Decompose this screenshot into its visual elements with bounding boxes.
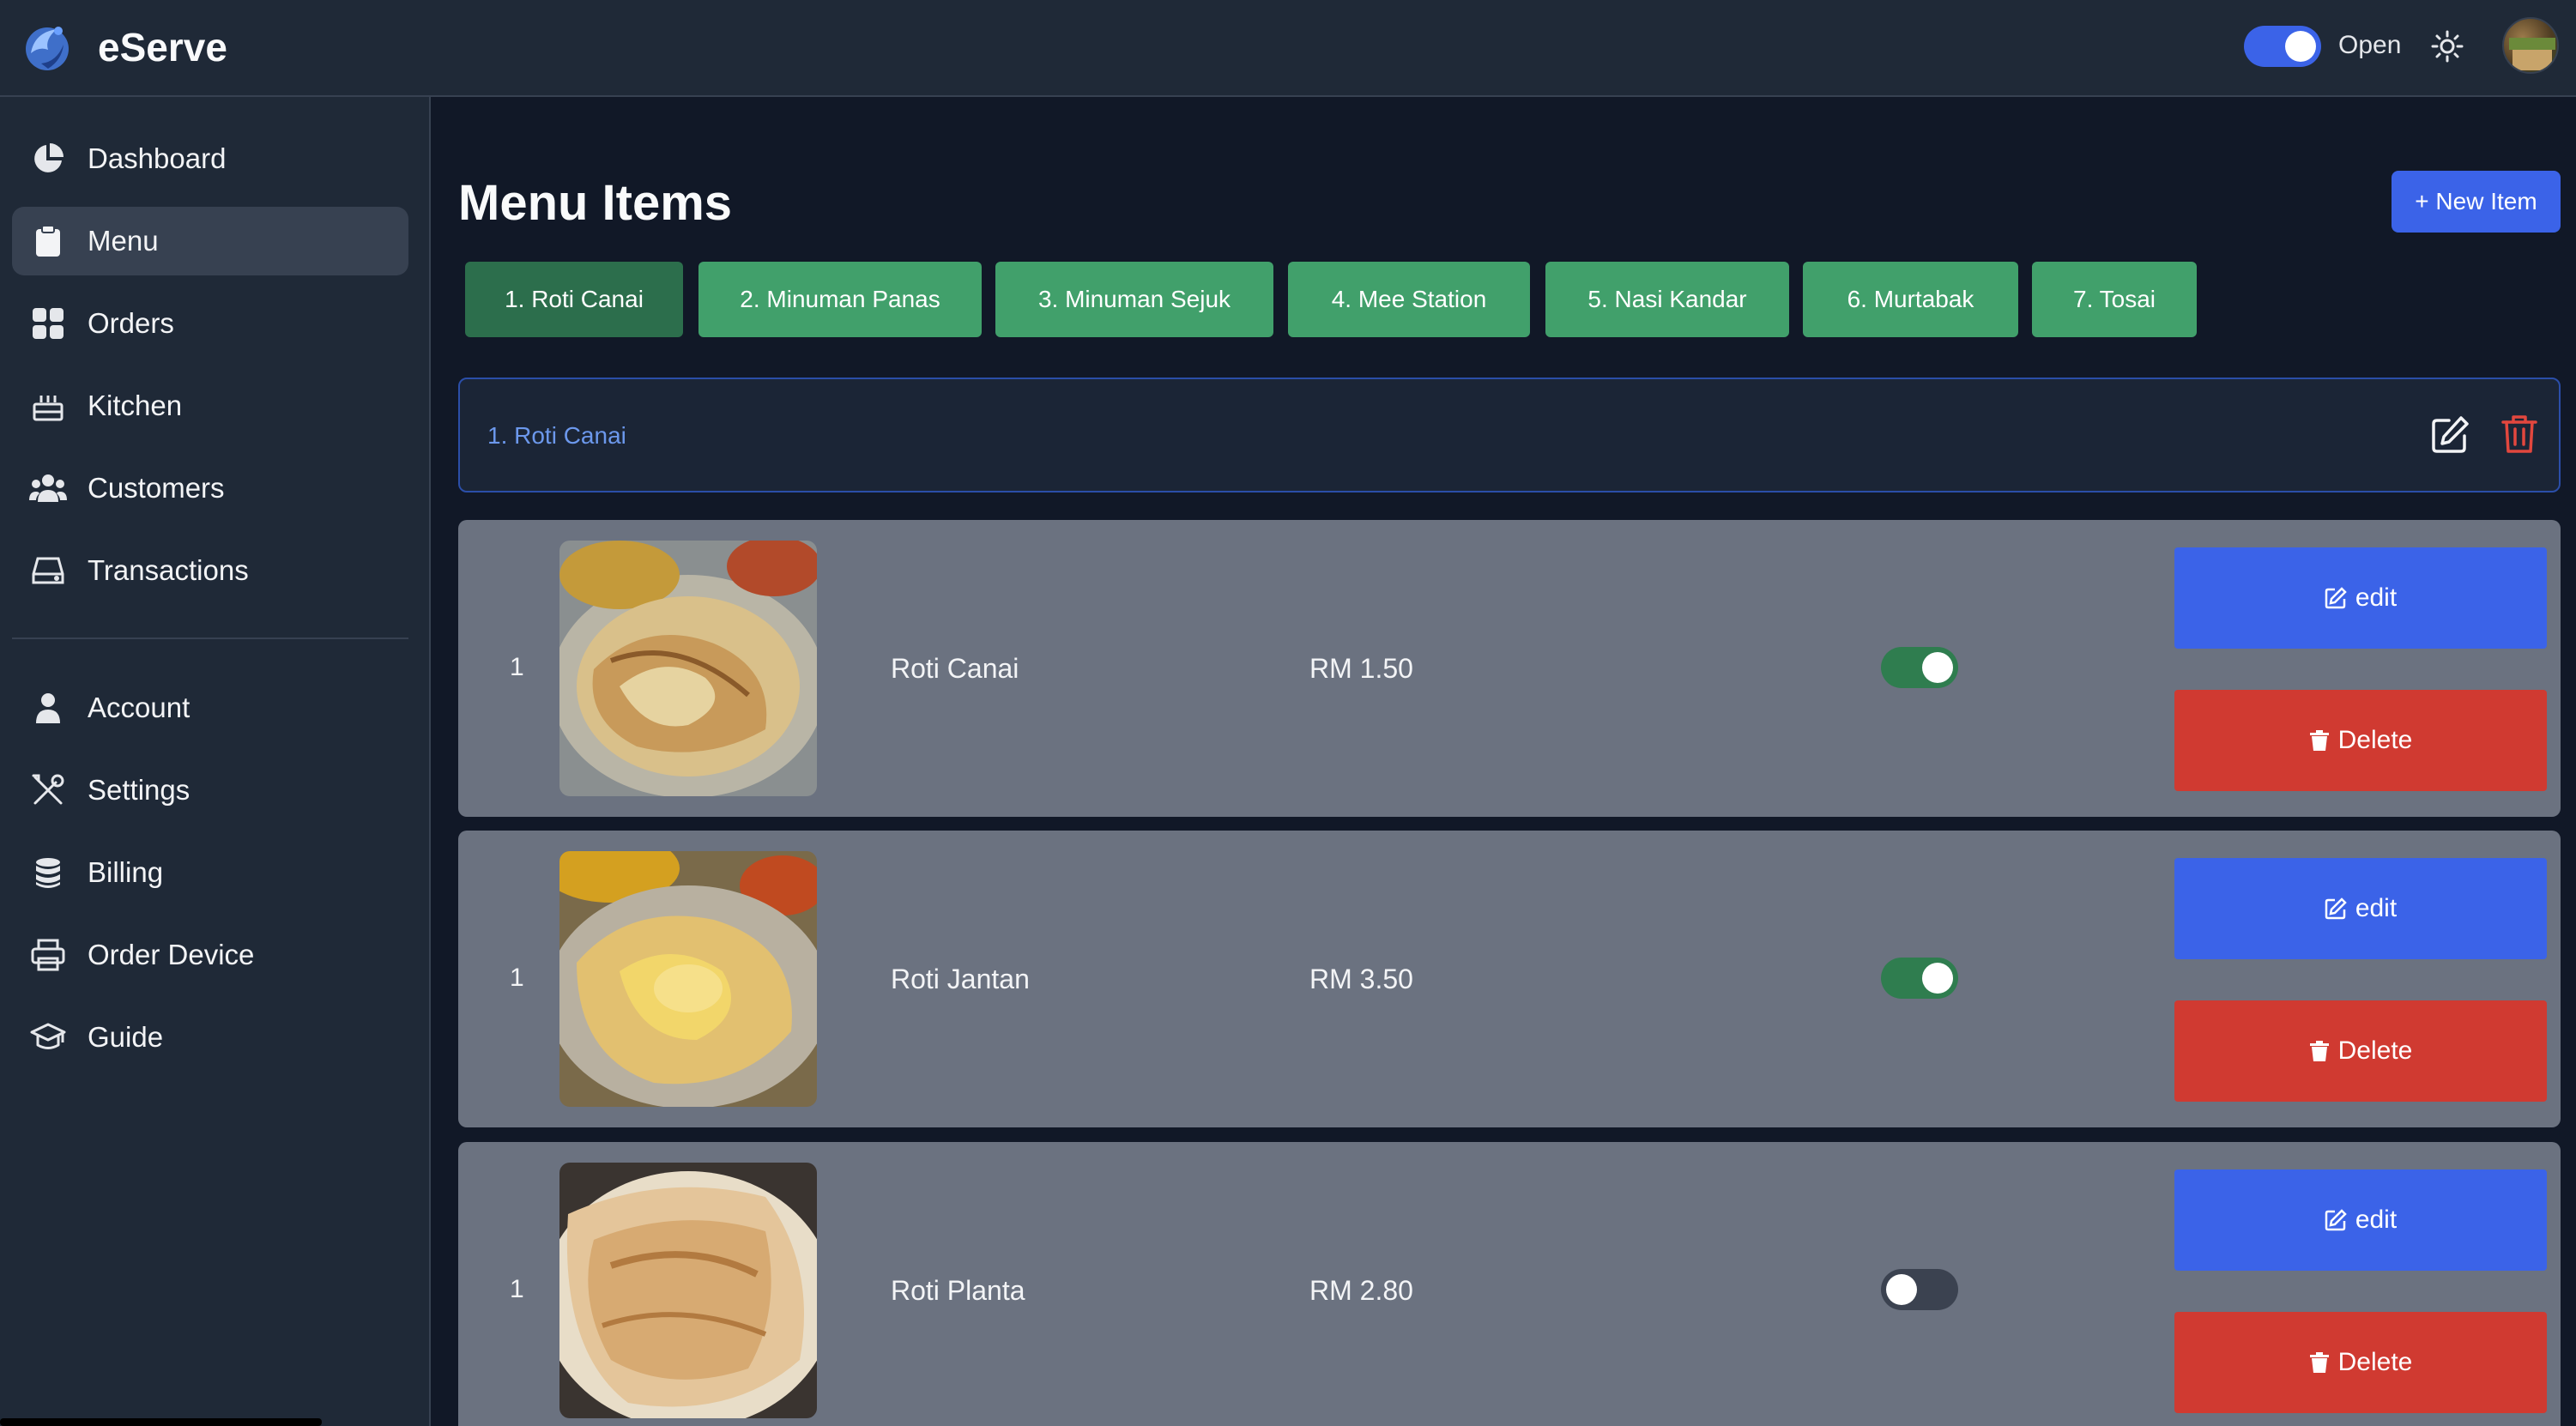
delete-button-label: Delete <box>2337 1036 2413 1065</box>
category-tab-tosai[interactable]: 7. Tosai <box>2032 262 2197 337</box>
sidebar-item-orders[interactable]: Orders <box>12 289 408 358</box>
app-name: eServe <box>98 25 227 69</box>
sidebar-item-menu[interactable]: Menu <box>12 207 408 275</box>
tools-icon <box>29 771 67 809</box>
store-open-toggle[interactable] <box>2244 26 2321 67</box>
item-photo <box>559 1163 817 1418</box>
cake-icon <box>29 387 67 425</box>
delete-button-label: Delete <box>2337 726 2413 754</box>
sidebar-item-label: Billing <box>88 856 164 888</box>
delete-button[interactable]: Delete <box>2174 690 2547 791</box>
sidebar-item-transactions[interactable]: Transactions <box>12 536 408 605</box>
sidebar-item-label: Menu <box>88 225 159 257</box>
new-item-button[interactable]: + New Item <box>2392 171 2561 233</box>
delete-button[interactable]: Delete <box>2174 1312 2547 1413</box>
category-tab-minuman-sejuk[interactable]: 3. Minuman Sejuk <box>995 262 1273 337</box>
edit-button-label: edit <box>2355 583 2398 612</box>
item-name: Roti Planta <box>891 1275 1025 1306</box>
category-tab-roti-canai[interactable]: 1. Roti Canai <box>465 262 683 337</box>
avatar[interactable] <box>2502 17 2559 74</box>
store-status-label: Open <box>2338 31 2402 59</box>
delete-category-icon[interactable] <box>2500 414 2538 455</box>
trash-icon <box>2309 730 2329 751</box>
eserve-logo-icon <box>26 27 69 70</box>
edit-button[interactable]: edit <box>2174 1169 2547 1271</box>
item-index: 1 <box>510 653 524 681</box>
item-index: 1 <box>510 964 524 992</box>
menu-item-row: 1 Roti Planta RM 2.80 edit Delete <box>458 1142 2561 1426</box>
category-tab-mee-station[interactable]: 4. Mee Station <box>1288 262 1530 337</box>
trash-icon <box>2309 1041 2329 1061</box>
item-index: 1 <box>510 1275 524 1303</box>
sidebar-item-kitchen[interactable]: Kitchen <box>12 372 408 440</box>
clipboard-icon <box>29 222 67 260</box>
sidebar-item-label: Dashboard <box>88 142 227 174</box>
graduation-cap-icon <box>29 1018 67 1056</box>
edit-button-label: edit <box>2355 1205 2398 1234</box>
pie-chart-icon <box>29 140 67 178</box>
sidebar-item-account[interactable]: Account <box>12 674 408 742</box>
item-name: Roti Canai <box>891 653 1019 684</box>
users-icon <box>29 469 67 507</box>
sidebar-item-billing[interactable]: Billing <box>12 838 408 907</box>
menu-item-row: 1 Roti Canai RM 1.50 edit Delete <box>458 520 2561 817</box>
sidebar-divider <box>12 637 408 639</box>
item-photo <box>559 851 817 1107</box>
sun-icon[interactable] <box>2430 29 2464 63</box>
main-content: Menu Items + New Item 1. Roti Canai 2. M… <box>432 97 2576 1426</box>
sidebar-item-settings[interactable]: Settings <box>12 756 408 825</box>
sidebar: Dashboard Menu Orders Kitchen Customers … <box>0 97 431 1426</box>
availability-toggle[interactable] <box>1881 958 1958 999</box>
category-tab-murtabak[interactable]: 6. Murtabak <box>1803 262 2018 337</box>
scroll-indicator <box>0 1418 322 1426</box>
coins-icon <box>29 854 67 891</box>
availability-toggle[interactable] <box>1881 1269 1958 1310</box>
category-tab-nasi-kandar[interactable]: 5. Nasi Kandar <box>1545 262 1789 337</box>
page-title: Menu Items <box>458 175 733 231</box>
printer-icon <box>29 936 67 974</box>
item-price: RM 2.80 <box>1309 1275 1413 1306</box>
grid-icon <box>29 305 67 342</box>
sidebar-item-guide[interactable]: Guide <box>12 1003 408 1072</box>
sidebar-item-label: Settings <box>88 774 190 806</box>
menu-item-row: 1 Roti Jantan RM 3.50 edit Delete <box>458 831 2561 1127</box>
edit-button[interactable]: edit <box>2174 858 2547 959</box>
availability-toggle[interactable] <box>1881 647 1958 688</box>
sidebar-item-label: Account <box>88 692 190 723</box>
sidebar-item-label: Transactions <box>88 554 249 586</box>
selected-category-header: 1. Roti Canai <box>458 378 2561 492</box>
edit-button-label: edit <box>2355 894 2398 922</box>
sidebar-item-order-device[interactable]: Order Device <box>12 921 408 989</box>
sidebar-item-dashboard[interactable]: Dashboard <box>12 124 408 193</box>
sidebar-item-label: Kitchen <box>88 390 183 421</box>
edit-icon <box>2325 587 2347 609</box>
edit-category-icon[interactable] <box>2430 415 2470 455</box>
sidebar-item-label: Guide <box>88 1021 164 1053</box>
item-price: RM 1.50 <box>1309 653 1413 684</box>
delete-button-label: Delete <box>2337 1348 2413 1376</box>
sidebar-item-customers[interactable]: Customers <box>12 454 408 523</box>
sidebar-item-label: Customers <box>88 472 225 504</box>
item-name: Roti Jantan <box>891 964 1030 994</box>
user-icon <box>29 689 67 727</box>
selected-category-name: 1. Roti Canai <box>487 422 626 449</box>
hard-drive-icon <box>29 552 67 589</box>
edit-button[interactable]: edit <box>2174 547 2547 649</box>
brand[interactable]: eServe <box>22 17 227 77</box>
sidebar-item-label: Orders <box>88 307 174 339</box>
top-bar: eServe Open <box>0 0 2576 97</box>
item-price: RM 3.50 <box>1309 964 1413 994</box>
sidebar-item-label: Order Device <box>88 939 255 970</box>
delete-button[interactable]: Delete <box>2174 1000 2547 1102</box>
category-tab-minuman-panas[interactable]: 2. Minuman Panas <box>698 262 982 337</box>
item-photo <box>559 541 817 796</box>
edit-icon <box>2325 897 2347 920</box>
edit-icon <box>2325 1209 2347 1231</box>
trash-icon <box>2309 1352 2329 1373</box>
